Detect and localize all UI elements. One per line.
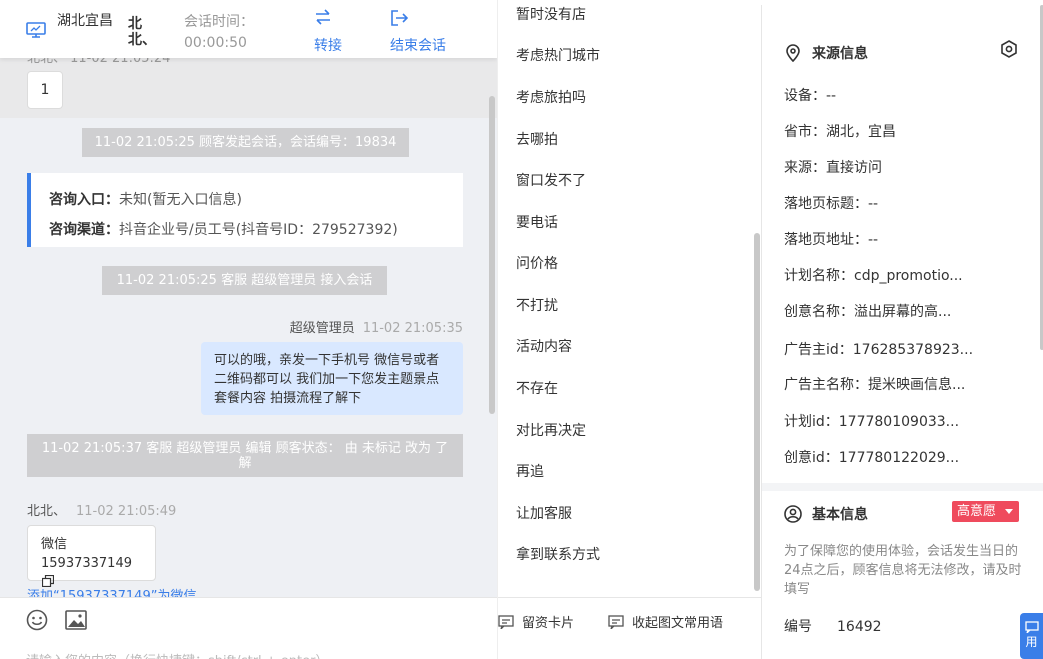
chat-scrollbar[interactable] (489, 96, 495, 414)
info-device: 设备：-- (784, 88, 837, 104)
transfer-icon (316, 9, 330, 25)
agent-name: 超级管理员 (289, 321, 355, 336)
channel-value: 抖音企业号/员工号(抖音号ID：279527392) (119, 222, 398, 238)
quick-reply-item[interactable]: 对比再决定 (516, 420, 586, 440)
customer-location: 湖北宜昌 (57, 13, 113, 29)
section-divider (762, 483, 1043, 491)
customer-name: 北北、 (27, 504, 67, 519)
transfer-button[interactable]: 转接 (314, 8, 342, 55)
consult-entry-card: 咨询入口：未知(暂无入口信息) 咨询渠道：抖音企业号/员工号(抖音号ID：279… (27, 173, 463, 247)
end-session-button[interactable]: 结束会话 (390, 8, 446, 55)
edit-notice: 为了保障您的使用体验，会话发生当日的24点之后，顾客信息将无法修改，请及时填写 (784, 544, 1022, 597)
wechat-value: 15937337149 (41, 556, 132, 571)
lead-card-label: 留资卡片 (522, 616, 575, 631)
quick-reply-item[interactable]: 考虑热门城市 (516, 45, 600, 65)
info-plan-name: 计划名称：cdp_promotio... (784, 268, 963, 284)
quick-reply-item[interactable]: 再追 (516, 461, 544, 481)
quick-reply-item[interactable]: 暂时没有店 (516, 4, 586, 24)
agent-time: 11-02 21:05:35 (362, 321, 463, 336)
customer-message-meta: 北北、 11-02 21:05:49 (27, 500, 176, 519)
app-root: 北北、 11-02 21:05:24 1 11-02 21:05:25 顾客发起… (0, 0, 1043, 659)
basic-info-title-text: 基本信息 (812, 507, 868, 523)
intent-dropdown[interactable]: 高意愿 (952, 501, 1019, 522)
logout-icon (391, 10, 408, 26)
customer-id-row: 编号 16492 (784, 616, 882, 636)
id-value: 16492 (837, 619, 882, 635)
wechat-card: 微信 15937337149 (27, 525, 156, 587)
floating-side-button[interactable]: 用 (1020, 613, 1043, 659)
source-info-title: 来源信息 (784, 43, 868, 63)
session-time-value: 00:00:50 (184, 35, 247, 51)
entry-value: 未知(暂无入口信息) (119, 192, 242, 208)
customer-time: 11-02 21:05:49 (76, 504, 177, 519)
chat-panel: 北北、 11-02 21:05:24 1 11-02 21:05:25 顾客发起… (0, 0, 497, 659)
chat-header: 湖北宜昌 北北、 会话时间： 00:00:50 转接 结束会话 (0, 0, 497, 58)
entry-label: 咨询入口： (49, 192, 119, 208)
end-session-label: 结束会话 (390, 38, 446, 54)
info-advertiser-id: 广告主id：176285378923... (784, 342, 974, 358)
collapse-phrases-label: 收起图文常用语 (632, 616, 724, 631)
customer-info-panel: 来源信息 设备：-- 省市：湖北，宜昌 来源：直接访问 落地页标题：-- 落地页… (761, 5, 1043, 659)
transfer-label: 转接 (314, 38, 342, 54)
quick-reply-item[interactable]: 让加客服 (516, 503, 572, 523)
system-message: 11-02 21:05:25 客服 超级管理员 接入会话 (102, 266, 387, 295)
chat-messages[interactable]: 北北、 11-02 21:05:24 1 11-02 21:05:25 顾客发起… (0, 0, 497, 604)
lead-card-button[interactable]: 留资卡片 (498, 612, 574, 631)
info-source: 来源：直接访问 (784, 160, 882, 176)
emoji-icon[interactable] (26, 609, 48, 631)
location-pin-icon (786, 44, 800, 62)
message-icon (608, 615, 624, 629)
highlighted-message-row (0, 58, 497, 118)
collapse-phrases-button[interactable]: 收起图文常用语 (608, 612, 723, 631)
agent-message-meta: 超级管理员 11-02 21:05:35 (290, 317, 463, 336)
quick-reply-item[interactable]: 窗口发不了 (516, 170, 586, 190)
quick-reply-item[interactable]: 活动内容 (516, 336, 572, 356)
basic-info-title: 基本信息 (784, 504, 868, 524)
info-landing-title: 落地页标题：-- (784, 196, 879, 212)
chevron-down-icon (1005, 509, 1013, 514)
channel-label: 咨询渠道： (49, 222, 119, 238)
quick-reply-item[interactable]: 不打扰 (516, 295, 558, 315)
settings-icon[interactable] (1000, 40, 1018, 58)
quick-replies-panel: 暂时没有店 考虑热门城市 考虑旅拍吗 去哪拍 窗口发不了 要电话 问价格 不打扰… (497, 0, 762, 659)
user-icon (784, 505, 802, 523)
info-province-city: 省市：湖北，宜昌 (784, 124, 896, 140)
quick-reply-item[interactable]: 不存在 (516, 378, 558, 398)
system-message: 11-02 21:05:25 顾客发起会话，会话编号：19834 (82, 128, 409, 157)
card-icon (498, 615, 514, 629)
intent-badge-label: 高意愿 (957, 504, 997, 519)
quick-reply-item[interactable]: 要电话 (516, 212, 558, 232)
floating-button-label: 用 (1025, 635, 1038, 649)
info-creative-name: 创意名称：溢出屏幕的高... (784, 304, 952, 320)
quick-reply-item[interactable]: 考虑旅拍吗 (516, 87, 586, 107)
image-icon[interactable] (65, 610, 87, 630)
quick-reply-item[interactable]: 问价格 (516, 253, 558, 273)
id-label: 编号 (784, 619, 812, 635)
info-landing-url: 落地页地址：-- (784, 232, 879, 248)
quick-reply-item[interactable]: 拿到联系方式 (516, 544, 600, 564)
wechat-label: 微信 (41, 537, 68, 552)
chat-input-area: 请输入您的内容（换行快捷键：shift/ctrl + enter） (0, 597, 497, 659)
quick-replies-scrollbar[interactable] (754, 233, 760, 591)
customer-name: 北北、 (128, 16, 156, 48)
info-creative-id: 创意id：177780122029... (784, 450, 960, 466)
customer-message-bubble: 1 (27, 71, 63, 109)
system-message: 11-02 21:05:37 客服 超级管理员 编辑 顾客状态： 由 未标记 改… (27, 434, 463, 477)
message-input[interactable]: 请输入您的内容（换行快捷键：shift/ctrl + enter） (26, 650, 329, 659)
source-info-title-text: 来源信息 (812, 46, 868, 62)
agent-message-bubble: 可以的哦，亲发一下手机号 微信号或者二维码都可以 我们加一下您发主题景点 套餐内… (201, 342, 463, 415)
quick-reply-item[interactable]: 去哪拍 (516, 129, 558, 149)
quick-replies-footer: 留资卡片 收起图文常用语 (498, 597, 762, 659)
session-time-label: 会话时间： (184, 14, 254, 30)
info-plan-id: 计划id：177780109033... (784, 414, 960, 430)
monitor-icon (26, 22, 46, 38)
chat-icon (1024, 621, 1039, 633)
info-advertiser-name: 广告主名称：提米映画信息... (784, 377, 966, 393)
